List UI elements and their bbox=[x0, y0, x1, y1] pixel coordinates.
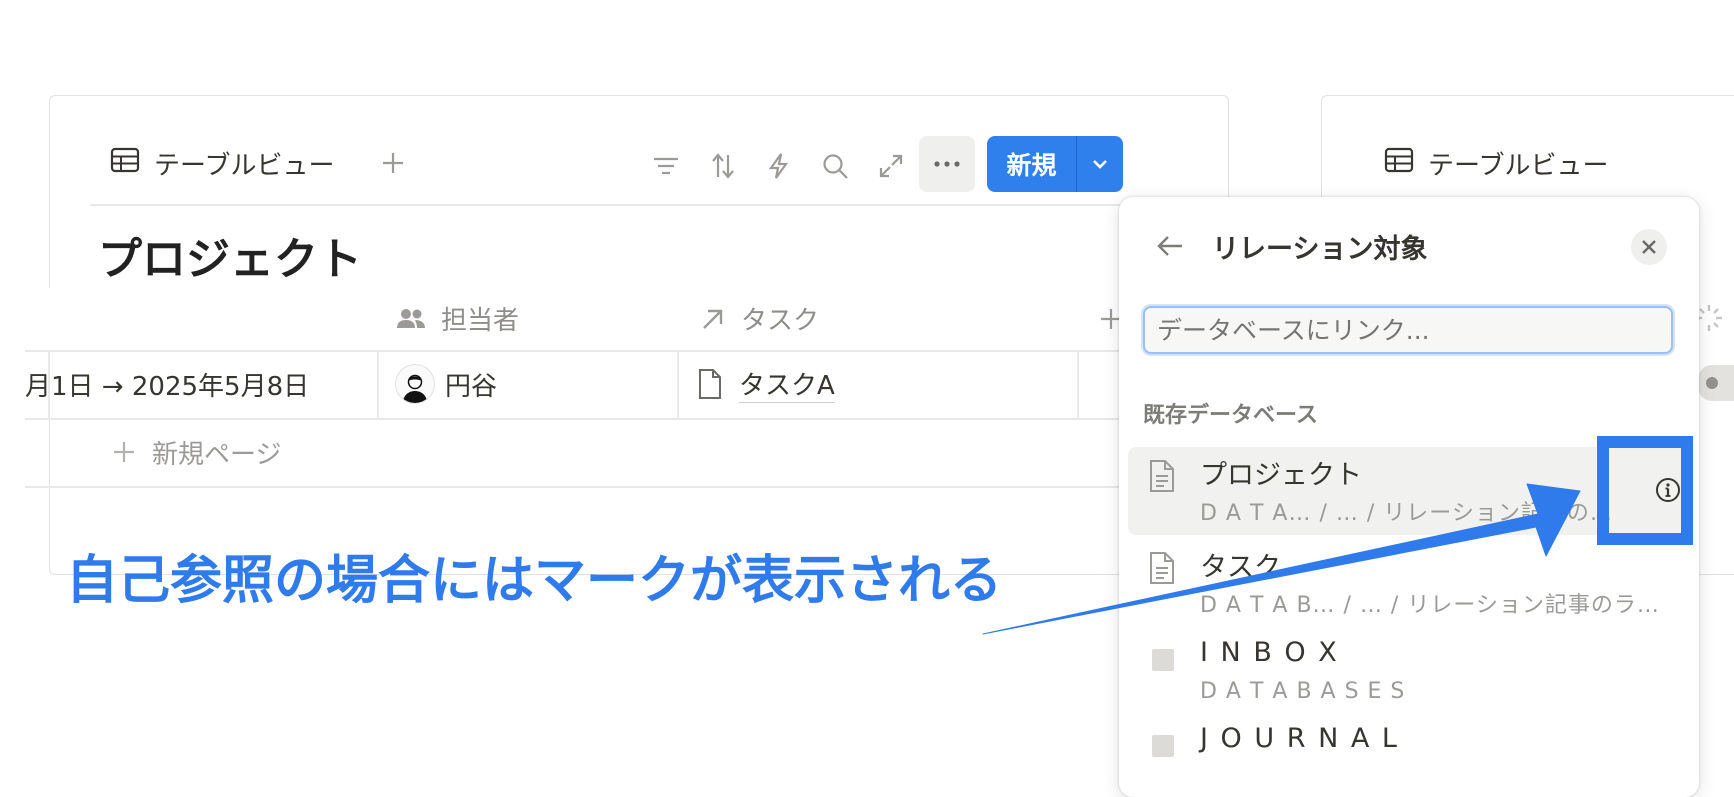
view-tab-label: テーブルビュー bbox=[154, 151, 335, 181]
close-button[interactable] bbox=[1631, 229, 1667, 265]
add-view-button[interactable] bbox=[378, 148, 408, 178]
task-cell[interactable]: タスクA bbox=[697, 350, 835, 418]
status-dot-icon bbox=[1706, 377, 1718, 389]
search-icon bbox=[823, 154, 848, 179]
new-page-label: 新規ページ bbox=[152, 439, 282, 470]
ellipsis-icon bbox=[934, 161, 960, 167]
table-icon bbox=[110, 147, 140, 180]
column-divider bbox=[677, 350, 679, 418]
new-page-button[interactable]: 新規ページ bbox=[112, 418, 281, 486]
tab-table-view[interactable]: テーブルビュー bbox=[110, 145, 334, 182]
arrow-up-right-icon bbox=[703, 309, 723, 329]
table-icon bbox=[1384, 147, 1414, 180]
arrow-left-icon bbox=[1157, 236, 1182, 256]
sort-icon bbox=[712, 153, 734, 179]
document-icon bbox=[1148, 551, 1176, 589]
avatar bbox=[395, 364, 435, 404]
db-item-journal[interactable]: J O U R N A L bbox=[1128, 719, 1692, 779]
new-button-label: 新規 bbox=[1006, 151, 1057, 180]
square-icon bbox=[1152, 735, 1174, 757]
automation-button[interactable] bbox=[761, 148, 797, 184]
back-button[interactable] bbox=[1155, 231, 1185, 265]
filter-icon bbox=[654, 157, 678, 175]
column-header-task[interactable]: タスク bbox=[699, 300, 819, 337]
view-tab-label: テーブルビュー bbox=[1428, 151, 1609, 181]
column-divider bbox=[1077, 350, 1079, 418]
lightning-icon bbox=[768, 153, 789, 179]
expand-icon bbox=[879, 154, 903, 178]
plus-icon bbox=[383, 153, 403, 173]
table-header-bg bbox=[25, 288, 1145, 350]
plus-icon bbox=[114, 442, 134, 462]
db-item-path: D A T A B… / … / リレーション記事のラ… bbox=[1200, 593, 1660, 618]
expand-button[interactable] bbox=[873, 148, 909, 184]
task-link[interactable]: タスクA bbox=[739, 365, 835, 403]
db-item-title: I N B O X bbox=[1200, 637, 1339, 668]
table-line bbox=[25, 486, 1145, 488]
assignee-cell[interactable]: 円谷 bbox=[395, 350, 497, 418]
toolbar-divider bbox=[90, 204, 1190, 206]
date-cell[interactable]: 月1日 → 2025年5月8日 bbox=[25, 350, 377, 418]
more-options-button[interactable] bbox=[919, 136, 975, 192]
page-icon bbox=[699, 369, 721, 399]
search-button[interactable] bbox=[817, 148, 853, 184]
db-item-title: J O U R N A L bbox=[1200, 723, 1399, 754]
sort-button[interactable] bbox=[705, 148, 741, 184]
db-item-title: プロジェクト bbox=[1200, 460, 1362, 491]
column-label: 担当者 bbox=[441, 306, 520, 336]
column-divider bbox=[377, 350, 379, 418]
popup-title: リレーション対象 bbox=[1212, 234, 1428, 265]
db-item-path: D A T A B A S E S bbox=[1200, 679, 1406, 704]
section-label: 既存データベース bbox=[1143, 403, 1318, 428]
tab-table-view-right[interactable]: テーブルビュー bbox=[1384, 145, 1608, 182]
column-label: タスク bbox=[741, 306, 820, 336]
db-item-title: タスク bbox=[1200, 552, 1281, 583]
db-item-path: D A T A… / … / リレーション記事の… bbox=[1200, 501, 1613, 526]
close-icon bbox=[1642, 240, 1656, 254]
people-icon bbox=[397, 308, 425, 328]
column-header-assignee[interactable]: 担当者 bbox=[395, 300, 519, 337]
highlight-box bbox=[1597, 436, 1693, 545]
new-dropdown-button[interactable] bbox=[1077, 157, 1123, 171]
database-search-input[interactable] bbox=[1143, 306, 1673, 354]
document-icon bbox=[1148, 459, 1176, 497]
db-item-task[interactable]: タスク D A T A B… / … / リレーション記事のラ… bbox=[1128, 539, 1692, 627]
square-icon bbox=[1152, 649, 1174, 671]
assignee-name: 円谷 bbox=[445, 371, 498, 402]
database-title: プロジェクト bbox=[98, 234, 362, 285]
new-button[interactable]: 新規 bbox=[987, 136, 1123, 192]
chevron-down-icon bbox=[1093, 160, 1107, 169]
status-pill bbox=[1698, 365, 1734, 401]
filter-button[interactable] bbox=[648, 148, 684, 184]
db-item-inbox[interactable]: I N B O X D A T A B A S E S bbox=[1128, 629, 1692, 717]
annotation-text: 自己参照の場合にはマークが表示される bbox=[66, 551, 1003, 611]
